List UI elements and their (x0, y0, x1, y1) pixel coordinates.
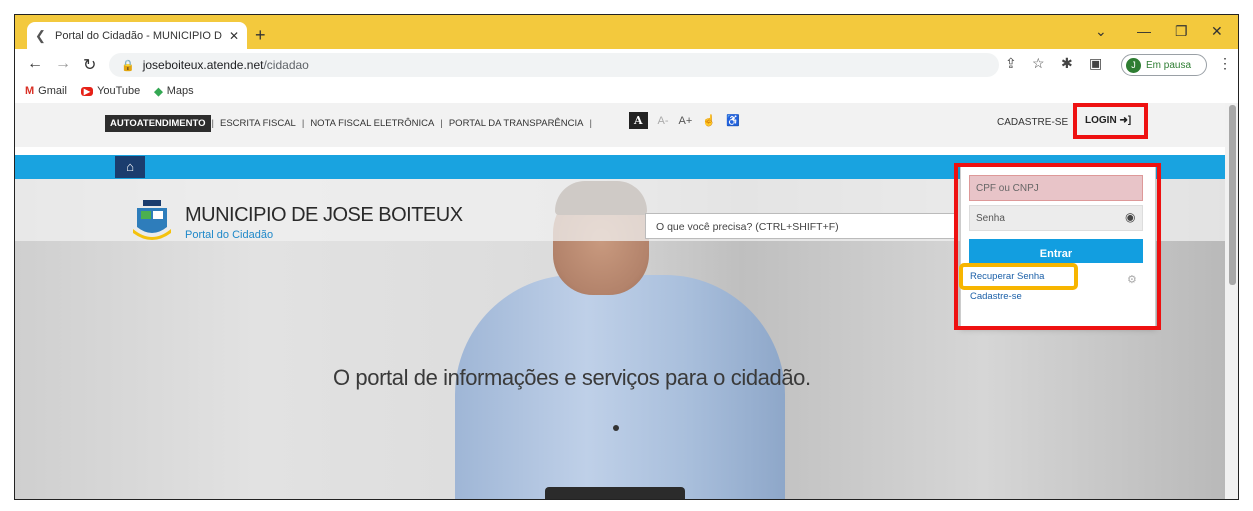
accessibility-controls: A A- A+ ☝ ♿ (629, 112, 750, 129)
browser-toolbar: ← → ↻ 🔒 joseboiteux.atende.net/cidadao ⇪… (15, 49, 1238, 79)
avatar: J (1126, 57, 1141, 73)
browser-tab[interactable]: ❮ Portal do Cidadão - MUNICIPIO D ✕ (27, 22, 247, 49)
youtube-icon: ▶ (80, 86, 94, 96)
municipal-coat-of-arms-icon (133, 200, 171, 240)
tab-title: Portal do Cidadão - MUNICIPIO D (55, 29, 222, 42)
accessibility-icon[interactable]: ♿ (726, 114, 740, 127)
profile-button[interactable]: J Em pausa (1121, 54, 1207, 76)
font-increase-button[interactable]: A+ (679, 115, 693, 127)
search-input[interactable]: O que você precisa? (CTRL+SHIFT+F) (645, 213, 957, 239)
bookmark-maps[interactable]: ◆ Maps (154, 85, 193, 98)
browser-menu-icon[interactable]: ⋮ (1218, 55, 1232, 72)
maps-icon: ◆ (154, 85, 163, 98)
portal-subtitle: Portal do Cidadão (185, 229, 274, 241)
side-panel-icon[interactable]: ▣ (1089, 55, 1102, 72)
new-tab-icon[interactable]: + (255, 25, 266, 46)
hero-tablet (545, 487, 685, 499)
back-chevron-favicon-icon: ❮ (35, 27, 46, 43)
share-icon[interactable]: ⇪ (1005, 55, 1017, 72)
address-bar[interactable]: 🔒 joseboiteux.atende.net/cidadao (109, 53, 999, 77)
browser-window: ❮ Portal do Cidadão - MUNICIPIO D ✕ + ⌄ … (14, 14, 1239, 500)
shirt-button (613, 425, 619, 431)
reload-icon[interactable]: ↻ (83, 55, 96, 75)
bookmark-star-icon[interactable]: ☆ (1032, 55, 1045, 72)
bookmark-youtube[interactable]: ▶ YouTube (80, 85, 141, 97)
bookmark-label: YouTube (97, 85, 141, 97)
sign-language-icon[interactable]: ☝ (702, 114, 716, 127)
bookmark-gmail[interactable]: M Gmail (25, 85, 67, 97)
web-page: AUTOATENDIMENTO | ESCRITA FISCAL | NOTA … (15, 103, 1225, 499)
page-scrollbar[interactable] (1225, 103, 1238, 499)
profile-status: Em pausa (1146, 59, 1192, 71)
nav-escrita-fiscal[interactable]: ESCRITA FISCAL (215, 118, 301, 129)
municipality-title: MUNICIPIO DE JOSE BOITEUX (185, 204, 463, 226)
back-icon[interactable]: ← (27, 55, 43, 73)
restore-icon[interactable]: ❐ (1175, 23, 1188, 40)
scrollbar-thumb[interactable] (1229, 105, 1236, 285)
url-text: joseboiteux.atende.net/cidadao (142, 58, 309, 72)
lock-icon[interactable]: 🔒 (121, 59, 135, 72)
home-icon[interactable]: ⌂ (115, 156, 145, 178)
login-highlight-box (1073, 103, 1148, 139)
bookmark-label: Gmail (38, 85, 67, 97)
login-panel-highlight-box (954, 163, 1161, 330)
nav-divider: | (589, 118, 592, 129)
close-tab-icon[interactable]: ✕ (229, 29, 239, 43)
signup-link[interactable]: CADASTRE-SE (997, 117, 1068, 128)
top-navigation: AUTOATENDIMENTO | ESCRITA FISCAL | NOTA … (15, 103, 1225, 147)
bookmarks-bar: M Gmail ▶ YouTube ◆ Maps (15, 79, 1238, 103)
tab-search-chevron-icon[interactable]: ⌄ (1095, 23, 1107, 40)
nav-nota-fiscal[interactable]: NOTA FISCAL ELETRÔNICA (305, 118, 439, 129)
tab-strip: ❮ Portal do Cidadão - MUNICIPIO D ✕ + ⌄ … (15, 15, 1238, 49)
bookmark-label: Maps (166, 85, 194, 97)
extensions-puzzle-icon[interactable]: ✱ (1061, 55, 1073, 72)
font-decrease-button[interactable]: A- (658, 115, 669, 127)
gmail-icon: M (25, 85, 35, 97)
hero-headline: O portal de informações e serviços para … (333, 365, 811, 390)
minimize-icon[interactable]: — (1137, 23, 1151, 39)
nav-autoatendimento[interactable]: AUTOATENDIMENTO (105, 115, 211, 132)
contrast-button[interactable]: A (629, 112, 648, 129)
nav-portal-transparencia[interactable]: PORTAL DA TRANSPARÊNCIA (444, 118, 589, 129)
forward-icon[interactable]: → (55, 55, 71, 73)
service-nav: AUTOATENDIMENTO | ESCRITA FISCAL | NOTA … (105, 115, 593, 132)
close-window-icon[interactable]: ✕ (1211, 23, 1223, 40)
